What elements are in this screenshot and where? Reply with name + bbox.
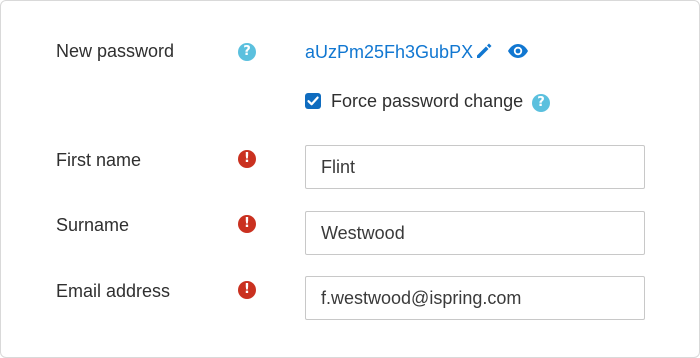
email-address-input[interactable] <box>305 276 645 320</box>
surname-input[interactable] <box>305 211 645 255</box>
new-password-label: New password <box>56 41 175 61</box>
eye-icon[interactable] <box>507 41 529 61</box>
pencil-icon[interactable] <box>474 41 494 61</box>
first-name-label: First name <box>56 150 142 170</box>
force-password-change-label: Force password change <box>331 91 524 111</box>
exclamation-circle-icon: ! <box>238 215 256 233</box>
force-password-change-checkbox[interactable] <box>305 93 321 109</box>
first-name-input[interactable] <box>305 145 645 189</box>
question-circle-icon[interactable]: ? <box>238 43 256 61</box>
check-icon <box>307 96 319 106</box>
surname-label: Surname <box>56 215 130 235</box>
exclamation-circle-icon: ! <box>238 150 256 168</box>
generated-password-link[interactable]: aUzPm25Fh3GubPX <box>305 41 473 63</box>
user-form-panel: New password ? aUzPm25Fh3GubPX Force pas… <box>0 0 700 358</box>
email-address-label: Email address <box>56 281 171 301</box>
exclamation-circle-icon: ! <box>238 281 256 299</box>
question-circle-icon[interactable]: ? <box>532 94 550 112</box>
